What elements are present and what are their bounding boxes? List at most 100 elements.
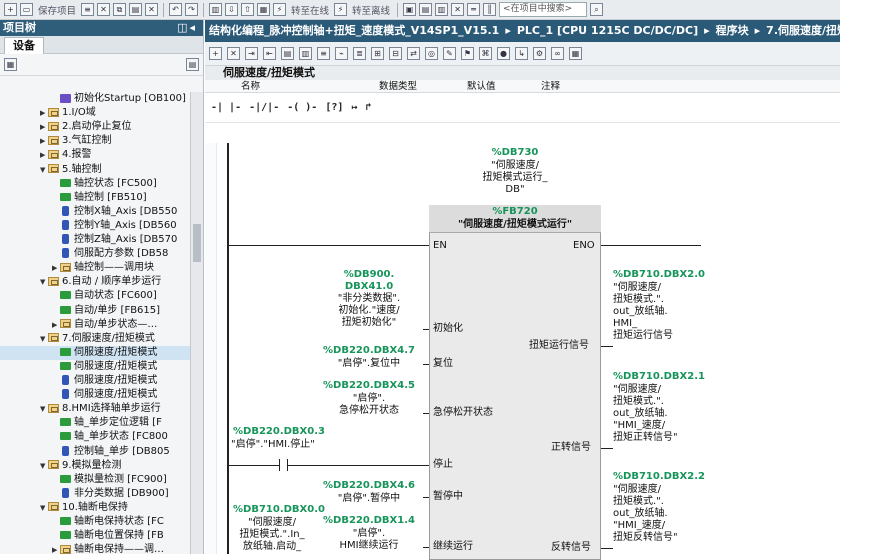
compare-icon[interactable]: ⇄ [407,47,420,60]
absolute-operands-icon[interactable]: ≡ [317,47,330,60]
column-name[interactable]: 名称 [241,80,260,93]
collapse-arrow-icon[interactable]: ▼ [40,459,48,473]
close-all-icon[interactable]: ▥ [299,47,312,60]
go-online-button[interactable]: 转至在线 [291,3,329,17]
tree-item[interactable]: 伺服速度/扭矩模式 [0,374,190,388]
compile-icon[interactable]: ▥ [209,3,223,16]
tree-item[interactable]: 控制Z轴_Axis [DB570 [0,233,190,247]
split-horizontal-icon[interactable]: ═ [467,3,481,16]
tree-item[interactable]: 自动状态 [FC600] [0,289,190,303]
tree-item[interactable]: 伺服配方参数 [DB58 [0,247,190,261]
tree-item[interactable]: 轴_单步状态 [FC800 [0,430,190,444]
tree-item[interactable]: 轴控制 [FB510] [0,191,190,205]
delete-network-icon[interactable]: ✕ [227,47,240,60]
scrollbar-thumb[interactable] [193,224,201,262]
redo-icon[interactable]: ↷ [185,3,199,16]
save-project-button[interactable]: 保存项目 [38,3,76,17]
settings-icon[interactable]: ⚙ [533,47,546,60]
collapse-arrow-icon[interactable]: ▼ [40,332,48,346]
tree-item[interactable]: ▼ 10.轴断电保持 [0,501,190,515]
collapse-arrow-icon[interactable]: ▼ [40,163,48,177]
tree-item[interactable]: 伺服速度/扭矩模式 [0,360,190,374]
tree-item[interactable]: 轴控状态 [FC500] [0,177,190,191]
tree-item[interactable]: ▼ 7.伺服速度/扭矩模式 [0,332,190,346]
expand-arrow-icon[interactable]: ▶ [52,543,60,554]
tag-info-icon[interactable]: ⊞ [371,47,384,60]
close-icon[interactable]: ✕ [451,3,465,16]
collapse-arrow-icon[interactable]: ▼ [40,501,48,515]
breadcrumb-item[interactable]: 程序块 [716,24,749,37]
close-branch-icon[interactable]: ↱ [365,102,371,113]
expand-arrow-icon[interactable]: ▶ [40,120,48,134]
breadcrumb-item[interactable]: PLC_1 [CPU 1215C DC/DC/DC] [517,24,698,37]
accessible-devices-icon[interactable]: ▣ [403,3,417,16]
nc-contact-icon[interactable]: -|/|- [249,102,279,113]
tree-item[interactable]: ▶ 1.I/O域 [0,106,190,120]
tree-item[interactable]: 控制轴_单步 [DB805 [0,445,190,459]
modify-icon[interactable]: ✎ [443,47,456,60]
expand-arrow-icon[interactable]: ▶ [40,148,48,162]
tree-item[interactable]: 伺服速度/扭矩模式 [0,388,190,402]
new-project-icon[interactable]: + [4,3,17,16]
panel-controls-icon[interactable]: ◫◂ [177,20,203,36]
network-comments-icon[interactable]: ≣ [353,47,366,60]
insert-network-icon[interactable]: + [209,47,222,60]
open-all-icon[interactable]: ▤ [281,47,294,60]
collapse-arrow-icon[interactable]: ▼ [40,275,48,289]
expand-arrow-icon[interactable]: ▶ [40,106,48,120]
glasses-icon[interactable]: ∞ [551,47,564,60]
breadcrumb-item[interactable]: 结构化编程_脉冲控制轴+扭矩_速度模式_V14SP1_V15.1 [209,24,499,37]
tree-item[interactable]: 轴断电保持状态 [FC [0,515,190,529]
open-project-icon[interactable]: ▭ [20,3,33,16]
tree-item[interactable]: ▼ 6.自动 / 顺序单步运行 [0,275,190,289]
tree-item[interactable]: ▼ 9.模拟量检测 [0,459,190,473]
force-icon[interactable]: ⚑ [461,47,474,60]
breadcrumb-item[interactable]: 7.伺服速度/扭矩模 [766,24,840,37]
paste-icon[interactable]: ▤ [129,3,143,16]
expand-arrow-icon[interactable]: ▶ [52,318,60,332]
tree-item[interactable]: 控制X轴_Axis [DB550 [0,205,190,219]
split-icon[interactable]: ▥ [435,3,449,16]
step-icon[interactable]: ↳ [515,47,528,60]
tree-scrollbar[interactable] [190,92,203,554]
cut-icon[interactable]: ✕ [97,3,111,16]
tree-item[interactable]: 模拟量检测 [FC900] [0,473,190,487]
zoom-icon[interactable]: ⊟ [389,47,402,60]
tree-item[interactable]: ▼ 8.HMI选择轴单步运行 [0,402,190,416]
breakpoint-icon[interactable]: ● [497,47,510,60]
search-icon[interactable]: ⌕ [590,3,604,16]
tree-item[interactable]: 轴_单步定位逻辑 [F [0,416,190,430]
print-icon[interactable]: ≡ [81,3,95,16]
detail-view-icon[interactable]: ▤ [186,58,199,71]
calculator-icon[interactable]: ▦ [569,47,582,60]
monitor-icon[interactable]: ◎ [425,47,438,60]
fb-block-body[interactable] [429,205,601,560]
simulation-icon[interactable]: ▦ [257,3,271,16]
tree-item[interactable]: ▶ 3.气缸控制 [0,134,190,148]
column-data-type[interactable]: 数据类型 [379,80,417,93]
insert-row-icon[interactable]: ⇥ [245,47,258,60]
upload-icon[interactable]: ⇧ [241,3,255,16]
go-offline-button[interactable]: 转至离线 [352,3,390,17]
expand-arrow-icon[interactable]: ▶ [40,134,48,148]
split-vertical-icon[interactable]: ║ [483,3,497,16]
tree-item[interactable]: ▶ 自动/单步状态—… [0,318,190,332]
tree-item[interactable]: 伺服速度/扭矩模式 [0,345,190,360]
tree-item[interactable]: ▶ 4.报警 [0,148,190,162]
collapse-arrow-icon[interactable]: ▼ [40,402,48,416]
add-row-icon[interactable]: ⇤ [263,47,276,60]
online-icon[interactable]: ⚡ [273,3,287,16]
tree-item[interactable]: 自动/单步 [FB615] [0,304,190,318]
favorites-icon[interactable]: ⌁ [335,47,348,60]
tree-item[interactable]: ▶ 2.启动停止复位 [0,120,190,134]
column-default-value[interactable]: 默认值 [467,80,496,93]
offline-icon[interactable]: ⚡ [334,3,348,16]
tree-item[interactable]: ▼ 5.轴控制 [0,163,190,177]
tree-item[interactable]: 轴断电位置保持 [FB [0,529,190,543]
no-contact-icon[interactable]: -| |- [211,102,241,113]
network-view-icon[interactable]: ▦ [4,58,17,71]
delete-icon[interactable]: ✕ [145,3,159,16]
cross-reference-icon[interactable]: ▤ [419,3,433,16]
copy-icon[interactable]: ⧉ [113,3,127,16]
tree-item[interactable]: 初始化Startup [OB100] [0,92,190,106]
